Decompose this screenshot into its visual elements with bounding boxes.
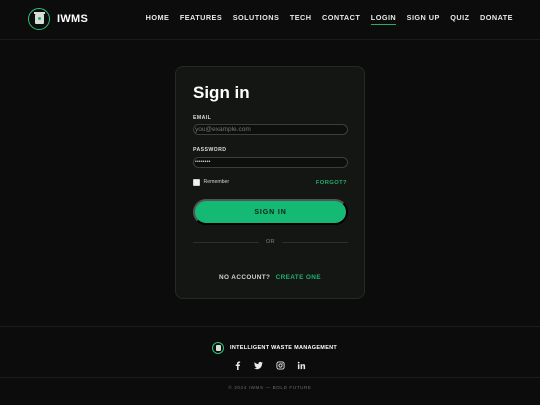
nav-sign-up[interactable]: SIGN UP xyxy=(407,13,440,25)
copyright-text: © 2024 IWMS — BOLD FUTURE xyxy=(228,385,312,390)
facebook-icon[interactable] xyxy=(232,360,242,370)
nav-login[interactable]: LOGIN xyxy=(370,13,397,25)
brand-name: IWMS xyxy=(57,13,89,25)
remember-checkbox[interactable] xyxy=(193,179,200,186)
sign-in-button[interactable]: SIGN IN xyxy=(193,199,348,225)
no-account-row: NO ACCOUNT? CREATE ONE xyxy=(176,274,364,281)
nav-contact[interactable]: CONTACT xyxy=(322,13,360,25)
waste-bin-logo-icon xyxy=(212,342,224,354)
nav-tech[interactable]: TECH xyxy=(290,13,312,25)
password-label: PASSWORD xyxy=(193,147,227,153)
main-nav: HOME FEATURES SOLUTIONS TECH CONTACT LOG… xyxy=(135,13,513,25)
forgot-password-link[interactable]: FORGOT? xyxy=(316,180,347,186)
nav-features[interactable]: FEATURES xyxy=(180,13,222,25)
sign-in-card: Sign in EMAIL PASSWORD •••••••• Remember… xyxy=(175,66,365,299)
nav-donate[interactable]: DONATE xyxy=(480,13,513,25)
remember-option[interactable]: Remember xyxy=(193,179,229,186)
create-account-link[interactable]: CREATE ONE xyxy=(276,274,321,281)
divider-line-right xyxy=(282,242,348,243)
divider-line-left xyxy=(193,242,259,243)
nav-quiz[interactable]: QUIZ xyxy=(450,13,469,25)
email-input[interactable] xyxy=(193,124,348,135)
social-links xyxy=(232,360,318,370)
twitter-icon[interactable] xyxy=(254,360,264,370)
no-account-text: NO ACCOUNT? xyxy=(218,274,271,281)
top-header: IWMS HOME FEATURES SOLUTIONS TECH CONTAC… xyxy=(0,0,540,40)
brand[interactable]: IWMS xyxy=(28,8,88,30)
nav-solutions[interactable]: SOLUTIONS xyxy=(233,13,280,25)
footer-divider xyxy=(0,377,540,378)
email-label: EMAIL xyxy=(193,115,212,121)
waste-bin-logo-icon xyxy=(28,8,50,30)
linkedin-icon[interactable] xyxy=(297,360,307,370)
page-title: Sign in xyxy=(193,83,250,102)
divider-or-text: OR xyxy=(265,239,276,245)
remember-label: Remember xyxy=(203,179,230,186)
instagram-icon[interactable] xyxy=(275,360,285,370)
footer-brand: INTELLIGENT WASTE MANAGEMENT xyxy=(212,342,337,354)
footer-brand-text: INTELLIGENT WASTE MANAGEMENT xyxy=(230,345,338,351)
password-input[interactable]: •••••••• xyxy=(193,157,348,168)
or-divider: OR xyxy=(193,239,348,245)
nav-home[interactable]: HOME xyxy=(146,13,170,25)
site-footer: INTELLIGENT WASTE MANAGEMENT © 2024 IWMS… xyxy=(0,326,540,405)
